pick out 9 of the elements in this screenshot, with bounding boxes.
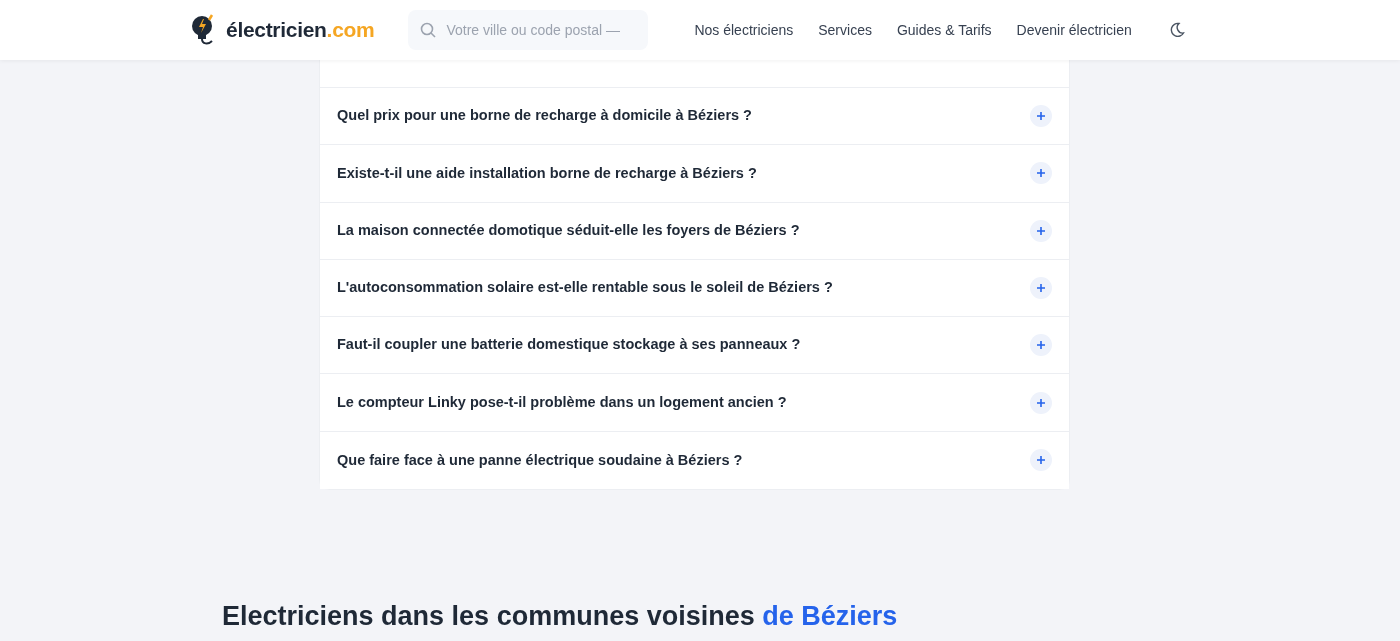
search-field[interactable]: Votre ville ou code postal — — [408, 10, 649, 50]
nav-link[interactable]: Nos électriciens — [694, 19, 794, 41]
nav-link[interactable]: Devenir électricien — [1016, 19, 1132, 41]
search-icon — [420, 22, 437, 38]
site-logo[interactable]: électricien.com — [190, 13, 375, 47]
nav-link[interactable]: Services — [818, 19, 872, 41]
nav-link[interactable]: Guides & Tarifs — [896, 19, 992, 41]
theme-toggle-icon[interactable] — [1168, 22, 1185, 38]
section-heading: Electriciens dans les communes voisines de Béziers — [222, 600, 899, 633]
